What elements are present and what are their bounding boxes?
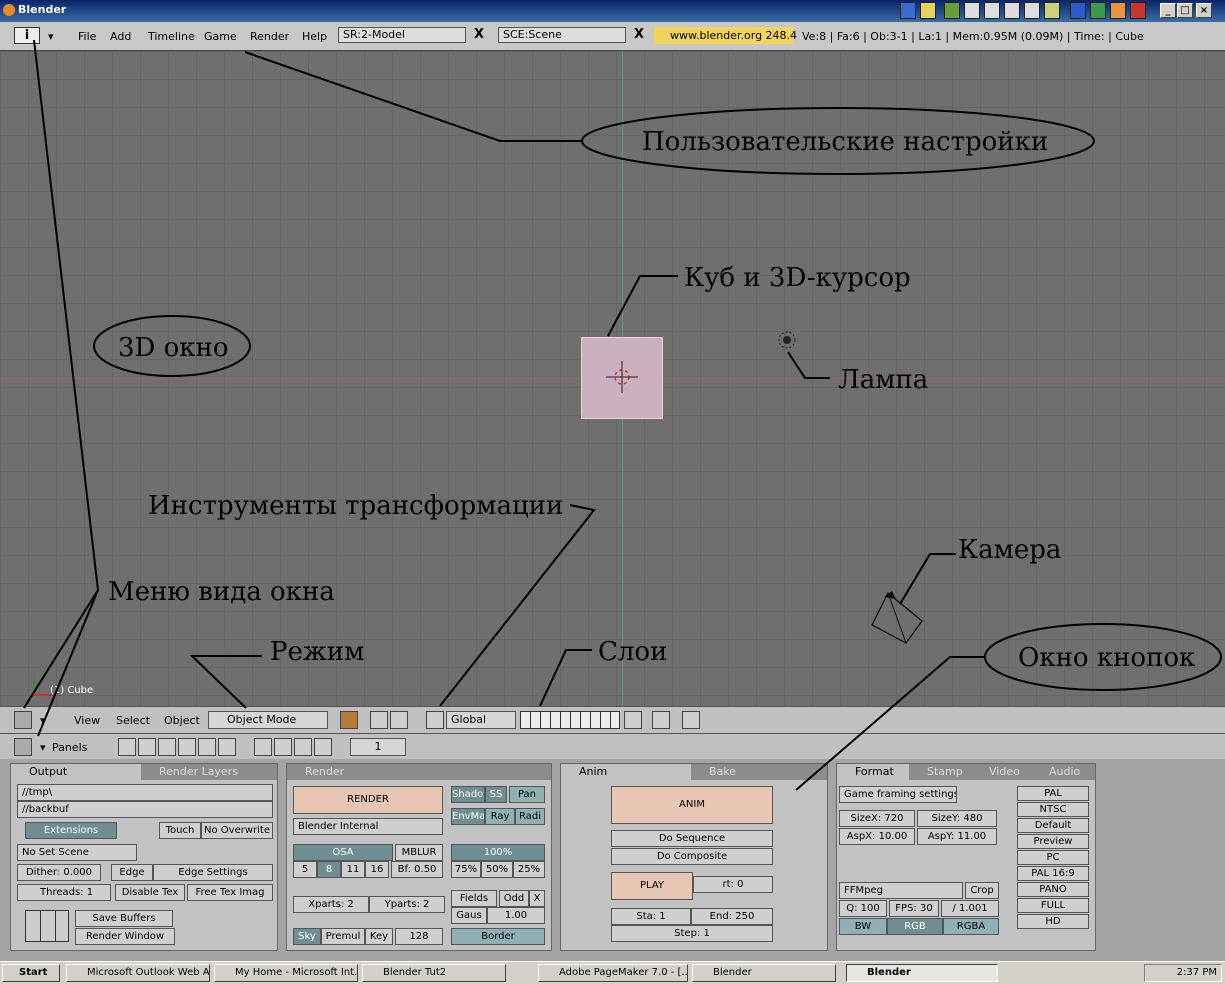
taskbar-item[interactable]: My Home - Microsoft Int... (214, 964, 358, 982)
taskbar-item[interactable]: Microsoft Outlook Web A... (66, 964, 210, 982)
windows-taskbar: Start Microsoft Outlook Web A... My Home… (0, 961, 1225, 984)
annotation-overlay: Пользовательские настройки 3D окно Куб и… (23, 39, 1222, 791)
layers-leader (539, 649, 592, 707)
taskbar-item[interactable]: Blender (692, 964, 836, 982)
buttons-window-label: Окно кнопок (1018, 643, 1195, 673)
mode-leader (189, 655, 262, 709)
buttons-window-leader (795, 656, 985, 791)
window-3d-label: 3D окно (118, 333, 229, 363)
view-menu-leader-top (33, 39, 99, 591)
taskbar-item-active[interactable]: Blender (846, 964, 998, 982)
view-menu-label: Меню вида окна (108, 577, 335, 607)
cube-cursor-label: Куб и 3D-курсор (684, 263, 911, 293)
transform-leader (439, 504, 596, 707)
start-button[interactable]: Start (2, 964, 60, 982)
system-clock: 2:37 PM (1144, 964, 1222, 982)
transform-tools-label: Инструменты трансформации (148, 491, 563, 521)
layers-label: Слои (598, 637, 667, 667)
cube-leader (607, 275, 678, 337)
user-prefs-label: Пользовательские настройки (642, 127, 1048, 157)
view-menu-leader-low (37, 589, 99, 737)
camera-leader (899, 553, 956, 605)
camera-label: Камера (958, 535, 1061, 565)
taskbar-item[interactable]: Adobe PageMaker 7.0 - [... (538, 964, 688, 982)
mode-label: Режим (270, 637, 364, 667)
view-menu-leader-mid (23, 589, 99, 709)
lamp-label: Лампа (838, 365, 928, 395)
user-prefs-leader (244, 51, 582, 142)
taskbar-item[interactable]: Blender Tut2 (362, 964, 506, 982)
lamp-leader (787, 351, 830, 379)
